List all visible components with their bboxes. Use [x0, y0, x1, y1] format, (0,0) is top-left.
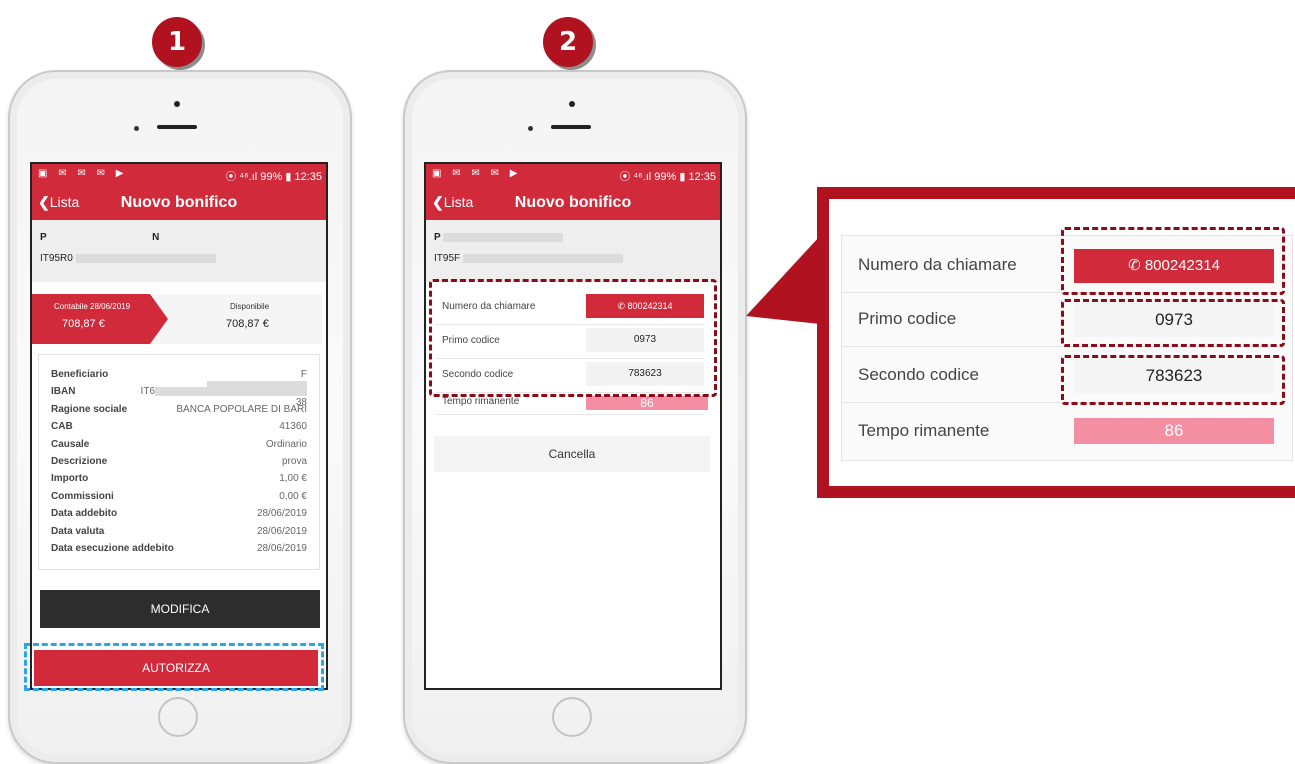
detail-label: Data addebito [51, 508, 118, 520]
detail-row: Descrizione prova [51, 456, 307, 470]
nav-bar: ❮Lista Nuovo bonifico [426, 186, 720, 220]
detail-label: Data esecuzione addebito [51, 543, 174, 554]
payer-name-end: N [152, 232, 160, 243]
detail-value-start: IT6 [140, 386, 155, 398]
payer-iban-start: IT95F [434, 253, 461, 264]
tempo-value: 86 [586, 396, 708, 410]
proximity-sensor [134, 126, 139, 131]
detail-label: Beneficiario [51, 369, 109, 380]
detail-label: Data valuta [51, 525, 105, 537]
detail-value: prova [281, 456, 307, 467]
modifica-button[interactable]: MODIFICA [40, 590, 320, 628]
detail-label: IBAN [51, 386, 76, 398]
detail-label: Causale [51, 438, 90, 450]
redacted-payer-iban [462, 253, 623, 263]
balance-banner: Contabile 28/06/2019 708,87 € Disponibil… [32, 294, 322, 344]
contabile-label: Contabile 28/06/2019 [54, 302, 131, 311]
zoom-secondo-label: Secondo codice [858, 365, 979, 384]
detail-row: CAB 41360 [51, 421, 307, 435]
detail-row: Causale Ordinario [51, 439, 307, 453]
detail-value: BANCA POPOLARE DI BARI [176, 403, 307, 415]
detail-label: Descrizione [51, 456, 108, 467]
payer-name-start: P [40, 232, 47, 243]
zoom-tempo-row: Tempo rimanente 86 [842, 406, 1278, 458]
detail-value: 28/06/2019 [256, 508, 307, 520]
payer-iban-start: IT95R0 [40, 253, 73, 264]
detail-row: Data valuta 28/06/2019 [51, 526, 307, 540]
contabile-value: 708,87 € [62, 318, 105, 330]
tempo-label: Tempo rimanente [442, 396, 520, 407]
zoom-tempo-value: 86 [1074, 418, 1274, 444]
payer-header: P IT95F [426, 220, 720, 282]
proximity-sensor [528, 126, 533, 131]
front-camera [569, 101, 575, 107]
zoom-highlight-primo [1061, 299, 1285, 347]
details-card: Beneficiario F IBAN IT638 Ragione sociale BAN… [38, 354, 320, 570]
detail-row: Beneficiario F [51, 369, 307, 390]
redacted-payer-name [49, 232, 150, 242]
zoom-panel: Numero da chiamare ✆ 800242314 Primo cod… [829, 199, 1295, 486]
detail-row: IBAN IT638 [51, 386, 307, 408]
redacted-payer-iban [75, 253, 216, 263]
detail-label: Importo [51, 473, 89, 485]
notification-icons: ▣ ✉ ✉ ✉ ▶ [38, 168, 128, 179]
zoom-highlight-secondo [1061, 355, 1285, 405]
cancella-button[interactable]: Cancella [434, 436, 710, 472]
page-title: Nuovo bonifico [514, 194, 632, 211]
detail-value-start: F [300, 369, 307, 380]
zoom-callout: Numero da chiamare ✆ 800242314 Primo cod… [817, 187, 1295, 498]
detail-value: 1,00 € [279, 473, 307, 485]
detail-value: 28/06/2019 [256, 543, 307, 554]
detail-label: Ragione sociale [51, 403, 128, 415]
redacted-iban [155, 387, 307, 397]
status-bar: ▣ ✉ ✉ ✉ ▶ ⦿ ⁴⁶.ıl 99% ▮ 12:35 [426, 164, 720, 186]
zoom-numero-label: Numero da chiamare [858, 255, 1017, 274]
disponibile-value: 708,87 € [226, 318, 269, 330]
detail-row: Importo 1,00 € [51, 473, 307, 487]
detail-value: 41360 [279, 421, 307, 433]
home-button[interactable] [552, 697, 592, 737]
detail-value: 28/06/2019 [256, 525, 307, 537]
phone-screen-1: ▣ ✉ ✉ ✉ ▶ ⦿ ⁴⁶.ıl 99% ▮ 12:35 ❮Lista Nuo… [30, 162, 328, 690]
detail-label: Commissioni [51, 490, 114, 502]
redacted-payer-name [443, 232, 564, 242]
status-indicators: ⦿ ⁴⁶.ıl 99% ▮ 12:35 [225, 171, 322, 183]
payer-header: P N IT95R0 [32, 220, 326, 282]
zoom-primo-label: Primo codice [858, 309, 957, 328]
status-indicators: ⦿ ⁴⁶.ıl 99% ▮ 12:35 [619, 171, 716, 183]
earpiece-speaker [157, 125, 197, 129]
step-badge-2: 2 [543, 17, 593, 67]
zoom-highlight-numero [1061, 227, 1285, 295]
zoom-tempo-label: Tempo rimanente [858, 421, 990, 440]
detail-row: Data addebito 28/06/2019 [51, 508, 307, 522]
front-camera [174, 101, 180, 107]
otp-highlight [429, 279, 717, 397]
step-badge-1: 1 [152, 17, 202, 67]
disponibile-label: Disponibile [230, 302, 270, 311]
page-title: Nuovo bonifico [120, 194, 238, 211]
nav-bar: ❮Lista Nuovo bonifico [32, 186, 326, 220]
status-bar: ▣ ✉ ✉ ✉ ▶ ⦿ ⁴⁶.ıl 99% ▮ 12:35 [32, 164, 326, 186]
detail-value: 0,00 € [279, 490, 307, 502]
detail-row: Data esecuzione addebito 28/06/2019 [51, 543, 307, 557]
contabile-arrow: Contabile 28/06/2019 708,87 € [32, 294, 168, 344]
detail-label: CAB [51, 421, 73, 433]
home-button[interactable] [158, 697, 198, 737]
phone-screen-2: ▣ ✉ ✉ ✉ ▶ ⦿ ⁴⁶.ıl 99% ▮ 12:35 ❮Lista Nuo… [424, 162, 722, 690]
detail-row: Commissioni 0,00 € [51, 491, 307, 505]
detail-row: Ragione sociale BANCA POPOLARE DI BARI [51, 404, 307, 418]
earpiece-speaker [551, 125, 591, 129]
notification-icons: ▣ ✉ ✉ ✉ ▶ [432, 168, 522, 179]
detail-value: Ordinario [265, 438, 307, 450]
payer-name-start: P [434, 232, 441, 243]
autorizza-highlight [24, 643, 324, 691]
